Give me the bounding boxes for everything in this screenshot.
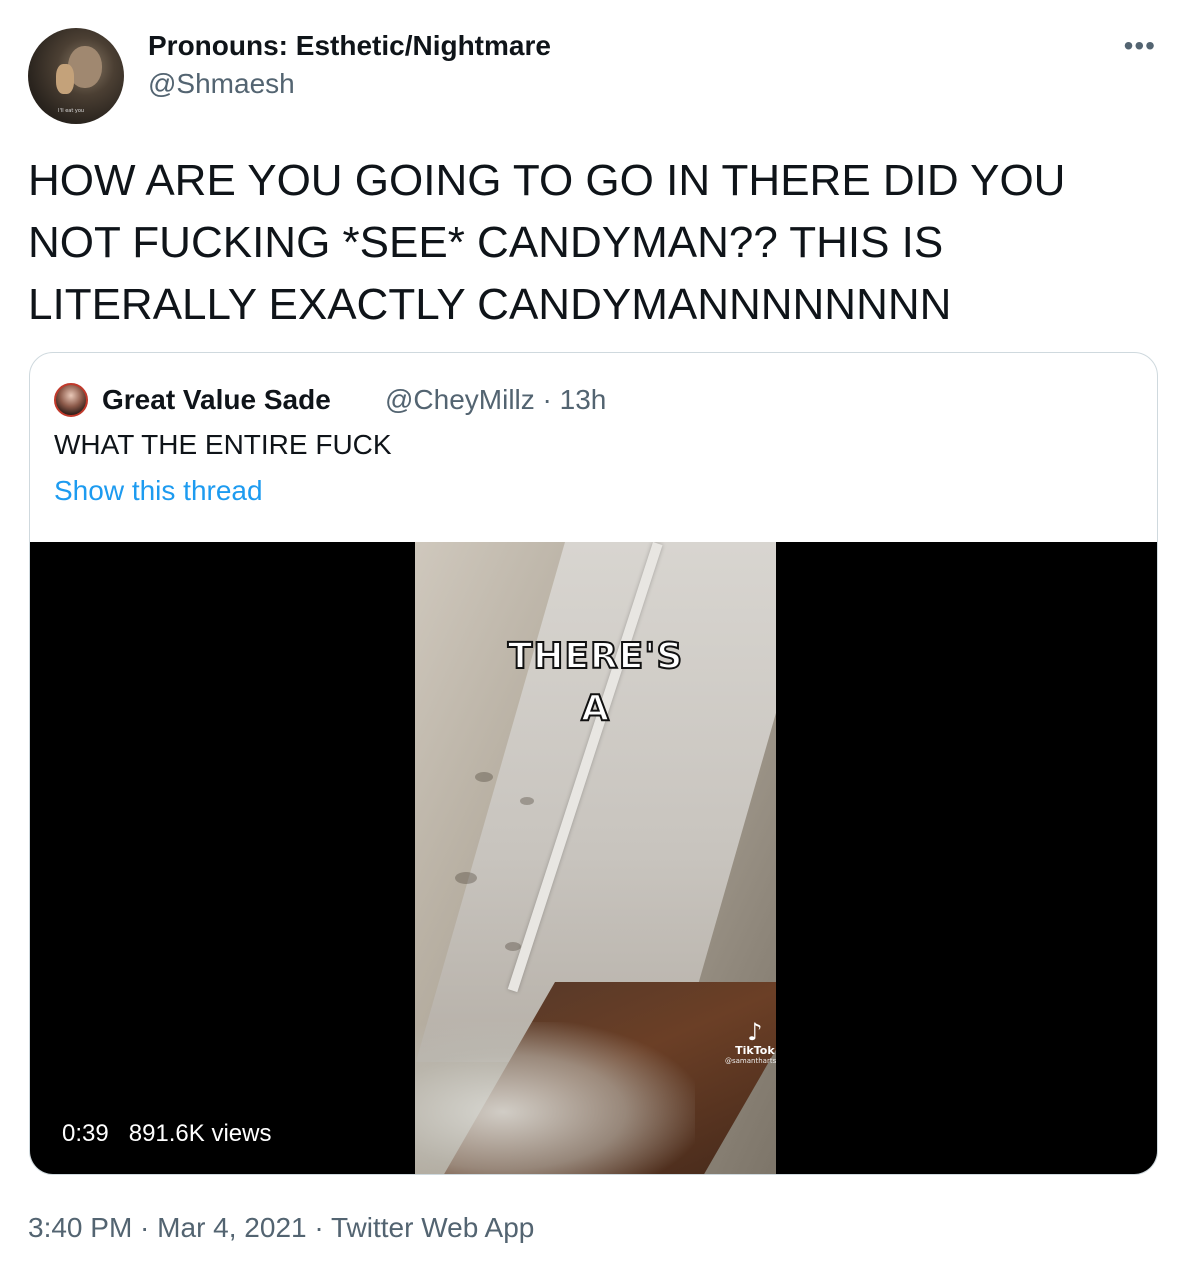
video-caption-line1: THERE'S	[507, 635, 684, 678]
more-options-icon[interactable]: •••	[1124, 30, 1156, 62]
footer-separator: ·	[306, 1212, 331, 1243]
video-caption-line2: A	[580, 687, 610, 730]
author-display-name[interactable]: Pronouns: Esthetic/Nightmare	[148, 30, 551, 62]
footer-separator: ·	[132, 1212, 158, 1243]
tweet-footer: 3:40 PM · Mar 4, 2021 · Twitter Web App	[28, 1212, 534, 1244]
tweet-time-link[interactable]: 3:40 PM	[28, 1212, 132, 1243]
avatar-caption: I'll eat you	[58, 108, 85, 114]
tiktok-brand: TikTok	[735, 1044, 775, 1057]
video-fog	[415, 1022, 695, 1174]
video-frame: THERE'S A ♪ TikTok @samanthartsoe	[415, 542, 776, 1174]
tweet-source-link[interactable]: Twitter Web App	[331, 1212, 534, 1243]
tweet-date-link[interactable]: Mar 4, 2021	[157, 1212, 306, 1243]
tiktok-watermark: ♪ TikTok @samanthartsoe	[725, 1020, 776, 1065]
tweet-text: HOW ARE YOU GOING TO GO IN THERE DID YOU…	[28, 156, 1066, 329]
tiktok-user: @samanthartsoe	[725, 1057, 776, 1065]
quoted-author-handle-time: @CheyMillz · 13h	[385, 384, 607, 415]
video-stain	[455, 872, 477, 884]
video-player[interactable]: THERE'S A ♪ TikTok @samanthartsoe 0:39 89…	[30, 542, 1157, 1174]
video-stain	[505, 942, 521, 951]
author-avatar[interactable]: I'll eat you	[28, 28, 124, 124]
author-handle[interactable]: @Shmaesh	[148, 68, 295, 100]
video-meta: 0:39 891.6K views	[62, 1120, 271, 1148]
video-views: 891.6K views	[128, 1120, 272, 1147]
tiktok-icon: ♪	[747, 1018, 763, 1046]
quoted-tweet-text: WHAT THE ENTIRE FUCK	[54, 429, 392, 460]
video-stain	[475, 772, 493, 782]
tweet-header: I'll eat you Pronouns: Esthetic/Nightmar…	[28, 24, 1160, 124]
show-thread-link[interactable]: Show this thread	[54, 475, 263, 507]
quoted-author-name: Great Value Sade	[102, 384, 331, 415]
avatar-hand	[56, 64, 74, 94]
video-duration: 0:39	[62, 1120, 109, 1147]
quoted-author-avatar	[54, 383, 88, 417]
quoted-tweet[interactable]: Great Value Sade @CheyMillz · 13h WHAT T…	[29, 352, 1158, 1175]
video-stain	[520, 797, 534, 805]
